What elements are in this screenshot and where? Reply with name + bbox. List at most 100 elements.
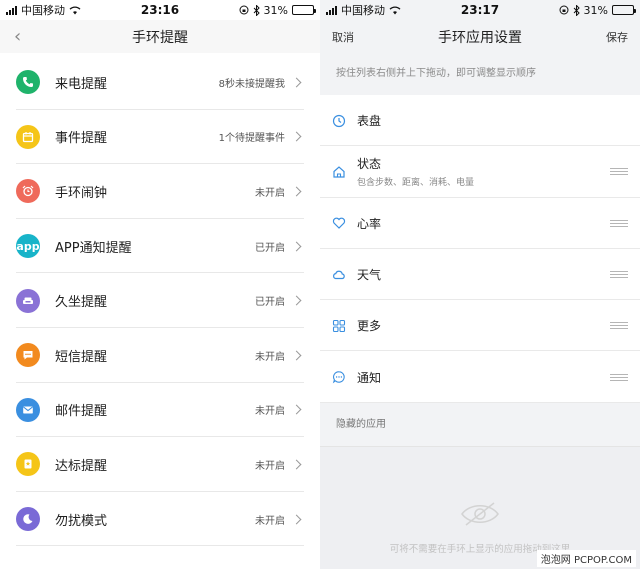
status-bar: 中国移动 23:17 31% <box>320 0 640 20</box>
alarm-clock-icon <box>16 179 40 204</box>
reminder-item[interactable]: 达标提醒 未开启 <box>0 437 320 492</box>
drag-handle-icon[interactable] <box>610 373 628 381</box>
reminder-label: 来电提醒 <box>55 76 108 92</box>
reminder-value: 未开启 <box>255 515 285 527</box>
chevron-right-icon <box>291 295 302 306</box>
reminder-item[interactable]: 来电提醒 8秒未接提醒我 <box>0 55 320 110</box>
chevron-right-icon <box>291 186 302 197</box>
app-item[interactable]: 心率 <box>320 198 640 249</box>
status-time: 23:17 <box>460 3 500 17</box>
chevron-right-icon <box>291 77 302 88</box>
app-icon: app <box>16 234 40 259</box>
reminder-label: 勿扰模式 <box>55 513 108 529</box>
sofa-icon <box>16 288 40 313</box>
app-item[interactable]: 表盘 <box>320 95 640 147</box>
drag-handle-icon[interactable] <box>610 219 628 227</box>
page-title: 手环提醒 <box>132 29 188 46</box>
drag-handle-icon[interactable] <box>610 168 628 176</box>
reminder-label: 手环闹钟 <box>55 185 108 201</box>
app-subtitle: 包含步数、距离、消耗、电量 <box>357 178 475 189</box>
lock-rotation-icon <box>239 5 249 15</box>
nav-bar: 取消 手环应用设置 保存 <box>320 20 640 53</box>
cloud-icon <box>332 268 346 282</box>
battery-icon <box>291 5 316 15</box>
signal-icon <box>326 5 337 15</box>
drag-handle-icon[interactable] <box>610 322 628 330</box>
reminder-item[interactable]: app APP通知提醒 已开启 <box>0 219 320 274</box>
divider <box>16 545 304 547</box>
app-item[interactable]: 更多 <box>320 300 640 352</box>
chat-icon <box>332 370 346 384</box>
reminder-item[interactable]: 勿扰模式 未开启 <box>0 492 320 547</box>
medal-icon <box>16 452 40 477</box>
reminder-value: 8秒未接提醒我 <box>218 78 285 90</box>
signal-icon <box>6 5 17 15</box>
bluetooth-icon <box>253 4 260 16</box>
reminder-value: 已开启 <box>255 297 285 309</box>
calendar-icon <box>16 124 40 149</box>
reorder-hint: 按住列表右侧并上下拖动，即可调整显示顺序 <box>336 68 536 79</box>
chevron-right-icon <box>291 459 302 470</box>
chevron-right-icon <box>291 350 302 361</box>
reminder-value: 已开启 <box>255 242 285 254</box>
moon-icon <box>16 507 40 532</box>
chevron-left-icon[interactable]: ‹ <box>14 26 21 47</box>
app-settings-screen: 中国移动 23:17 31% 取消 手环应用设置 保存 按住列表右侧并上下拖动，… <box>320 0 640 569</box>
reminder-item[interactable]: 事件提醒 1个待提醒事件 <box>0 110 320 165</box>
nav-bar: ‹ 手环提醒 <box>0 20 320 53</box>
app-list: 表盘状态包含步数、距离、消耗、电量心率天气更多通知 <box>320 95 640 403</box>
reminder-label: APP通知提醒 <box>55 240 132 256</box>
reminder-value: 未开启 <box>255 351 285 363</box>
app-name: 状态 <box>357 157 382 172</box>
battery-percent: 31% <box>263 3 288 17</box>
reminder-item[interactable]: 久坐提醒 已开启 <box>0 273 320 328</box>
battery-icon <box>611 5 636 15</box>
bluetooth-icon <box>573 4 580 16</box>
app-name: 心率 <box>357 216 382 231</box>
status-time: 23:16 <box>140 3 180 17</box>
battery-percent: 31% <box>583 3 608 17</box>
reminder-value: 未开启 <box>255 460 285 472</box>
status-bar: 中国移动 23:16 31% <box>0 0 320 20</box>
page-title: 手环应用设置 <box>438 29 522 46</box>
message-icon <box>16 343 40 368</box>
chevron-right-icon <box>291 404 302 415</box>
carrier-label: 中国移动 <box>21 4 65 17</box>
hidden-apps-header: 隐藏的应用 <box>320 402 640 447</box>
reminder-item[interactable]: 邮件提醒 未开启 <box>0 383 320 438</box>
chevron-right-icon <box>291 241 302 252</box>
wifi-icon <box>69 5 81 14</box>
cancel-button[interactable]: 取消 <box>332 29 354 45</box>
carrier-label: 中国移动 <box>341 4 385 17</box>
chevron-right-icon <box>291 514 302 524</box>
reminder-item[interactable]: 短信提醒 未开启 <box>0 328 320 383</box>
reminder-label: 达标提醒 <box>55 458 108 474</box>
reminder-item[interactable]: 手环闹钟 未开启 <box>0 164 320 219</box>
app-item[interactable]: 天气 <box>320 249 640 301</box>
app-item[interactable]: 状态包含步数、距离、消耗、电量 <box>320 146 640 198</box>
app-name: 表盘 <box>357 114 382 129</box>
grid-icon <box>332 319 346 333</box>
app-name: 更多 <box>357 319 382 334</box>
reminder-label: 邮件提醒 <box>55 404 108 420</box>
phone-icon <box>16 70 40 95</box>
clock-icon <box>332 114 346 128</box>
app-name: 通知 <box>357 370 382 385</box>
reminder-value: 未开启 <box>255 406 285 418</box>
save-button[interactable]: 保存 <box>606 29 628 45</box>
reminder-label: 事件提醒 <box>55 131 108 147</box>
lock-rotation-icon <box>559 5 569 15</box>
heart-icon <box>332 216 346 230</box>
reminder-screen: 中国移动 23:16 31% ‹ 手环提醒 来电提醒 8秒未接提醒我事件提醒 1个待… <box>0 0 320 569</box>
drag-handle-icon[interactable] <box>610 271 628 279</box>
home-icon <box>332 165 346 179</box>
divider <box>320 401 640 403</box>
mail-icon <box>16 397 40 422</box>
reminder-value: 未开启 <box>255 187 285 199</box>
chevron-right-icon <box>291 131 302 142</box>
app-item[interactable]: 通知 <box>320 351 640 403</box>
wifi-icon <box>389 5 401 14</box>
app-name: 天气 <box>357 268 382 283</box>
watermark: 泡泡网 PCPOP.COM <box>536 550 636 567</box>
reminder-list: 来电提醒 8秒未接提醒我 事件提醒 1个待提醒事件 手环闹钟 未开启 app APP通知提醒已… <box>0 55 320 547</box>
